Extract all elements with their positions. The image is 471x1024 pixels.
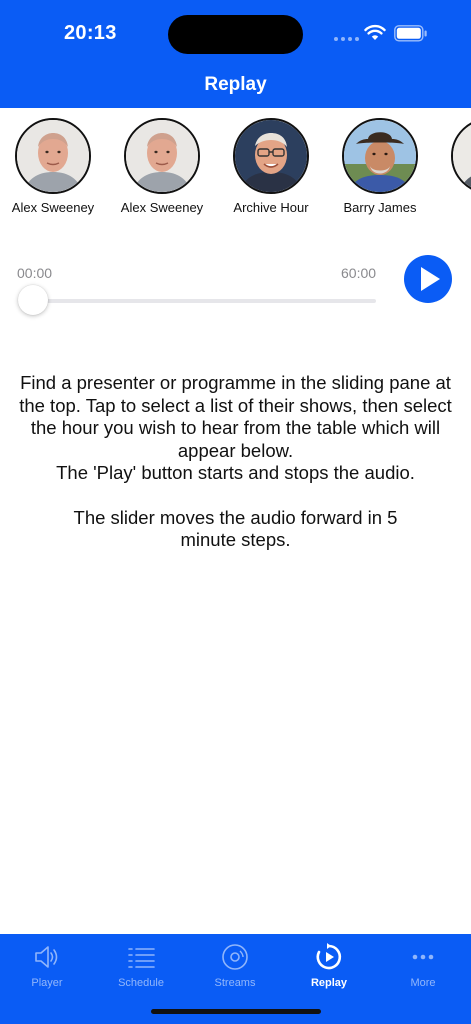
presenter-name: Alex Sweeney: [11, 200, 95, 215]
tab-label: Replay: [310, 977, 348, 989]
tab-more[interactable]: More: [376, 942, 470, 989]
tab-label: More: [410, 977, 436, 989]
presenter-name: Alex Sweeney: [120, 200, 204, 215]
presenter-avatar: [451, 118, 471, 194]
tab-label: Schedule: [118, 977, 164, 989]
tab-label: Player: [31, 977, 63, 989]
presenter-name: Archive Hour: [233, 200, 309, 215]
dynamic-island: [168, 15, 303, 54]
presenter-avatar: [124, 118, 200, 194]
elapsed-time: 00:00: [17, 265, 53, 281]
presenter-item[interactable]: Archive Hour: [216, 118, 326, 215]
tab-label: Streams: [214, 977, 256, 989]
tab-streams[interactable]: Streams: [188, 942, 282, 989]
disc-icon: [222, 944, 248, 970]
instructions-text: Find a presenter or programme in the sli…: [10, 372, 461, 552]
instructions-slider-note: The slider moves the audio forward in 5 …: [73, 506, 398, 551]
presenter-avatar: [15, 118, 91, 194]
home-indicator: [151, 1009, 321, 1014]
tab-schedule[interactable]: Schedule: [94, 942, 188, 989]
play-icon: [421, 267, 440, 291]
battery-icon: [394, 25, 427, 42]
cellular-signal-icon: [334, 37, 359, 41]
wifi-icon: [364, 24, 386, 40]
more-icon: [412, 954, 434, 960]
audio-slider-thumb[interactable]: [18, 285, 48, 315]
presenter-item[interactable]: Alex Sweeney: [107, 118, 217, 215]
duration-time: 60:00: [341, 265, 377, 281]
instructions-play-note: The 'Play' button starts and stops the a…: [56, 462, 415, 483]
audio-slider-track[interactable]: [18, 299, 376, 303]
presenter-name: Bi: [434, 200, 471, 215]
presenter-item[interactable]: Alex Sweeney: [0, 118, 108, 215]
status-time: 20:13: [64, 22, 117, 44]
tab-player[interactable]: Player: [0, 942, 94, 989]
presenter-avatar: [233, 118, 309, 194]
replay-screen: 20:13 Replay Alex Sweeney Alex Sweeney A…: [0, 0, 471, 1024]
speaker-icon: [35, 946, 58, 968]
replay-icon: [316, 943, 342, 970]
presenter-carousel[interactable]: Alex Sweeney Alex Sweeney Archive Hour B…: [0, 108, 471, 228]
presenter-avatar: [342, 118, 418, 194]
play-button[interactable]: [404, 255, 452, 303]
header-bar: 20:13 Replay: [0, 0, 471, 108]
presenter-item[interactable]: Bi: [434, 118, 471, 215]
list-icon: [128, 948, 155, 968]
instructions-paragraph: Find a presenter or programme in the sli…: [19, 372, 452, 461]
presenter-item[interactable]: Barry James: [325, 118, 435, 215]
page-title: Replay: [204, 74, 267, 95]
tab-replay[interactable]: Replay: [282, 942, 376, 989]
presenter-name: Barry James: [343, 200, 417, 215]
